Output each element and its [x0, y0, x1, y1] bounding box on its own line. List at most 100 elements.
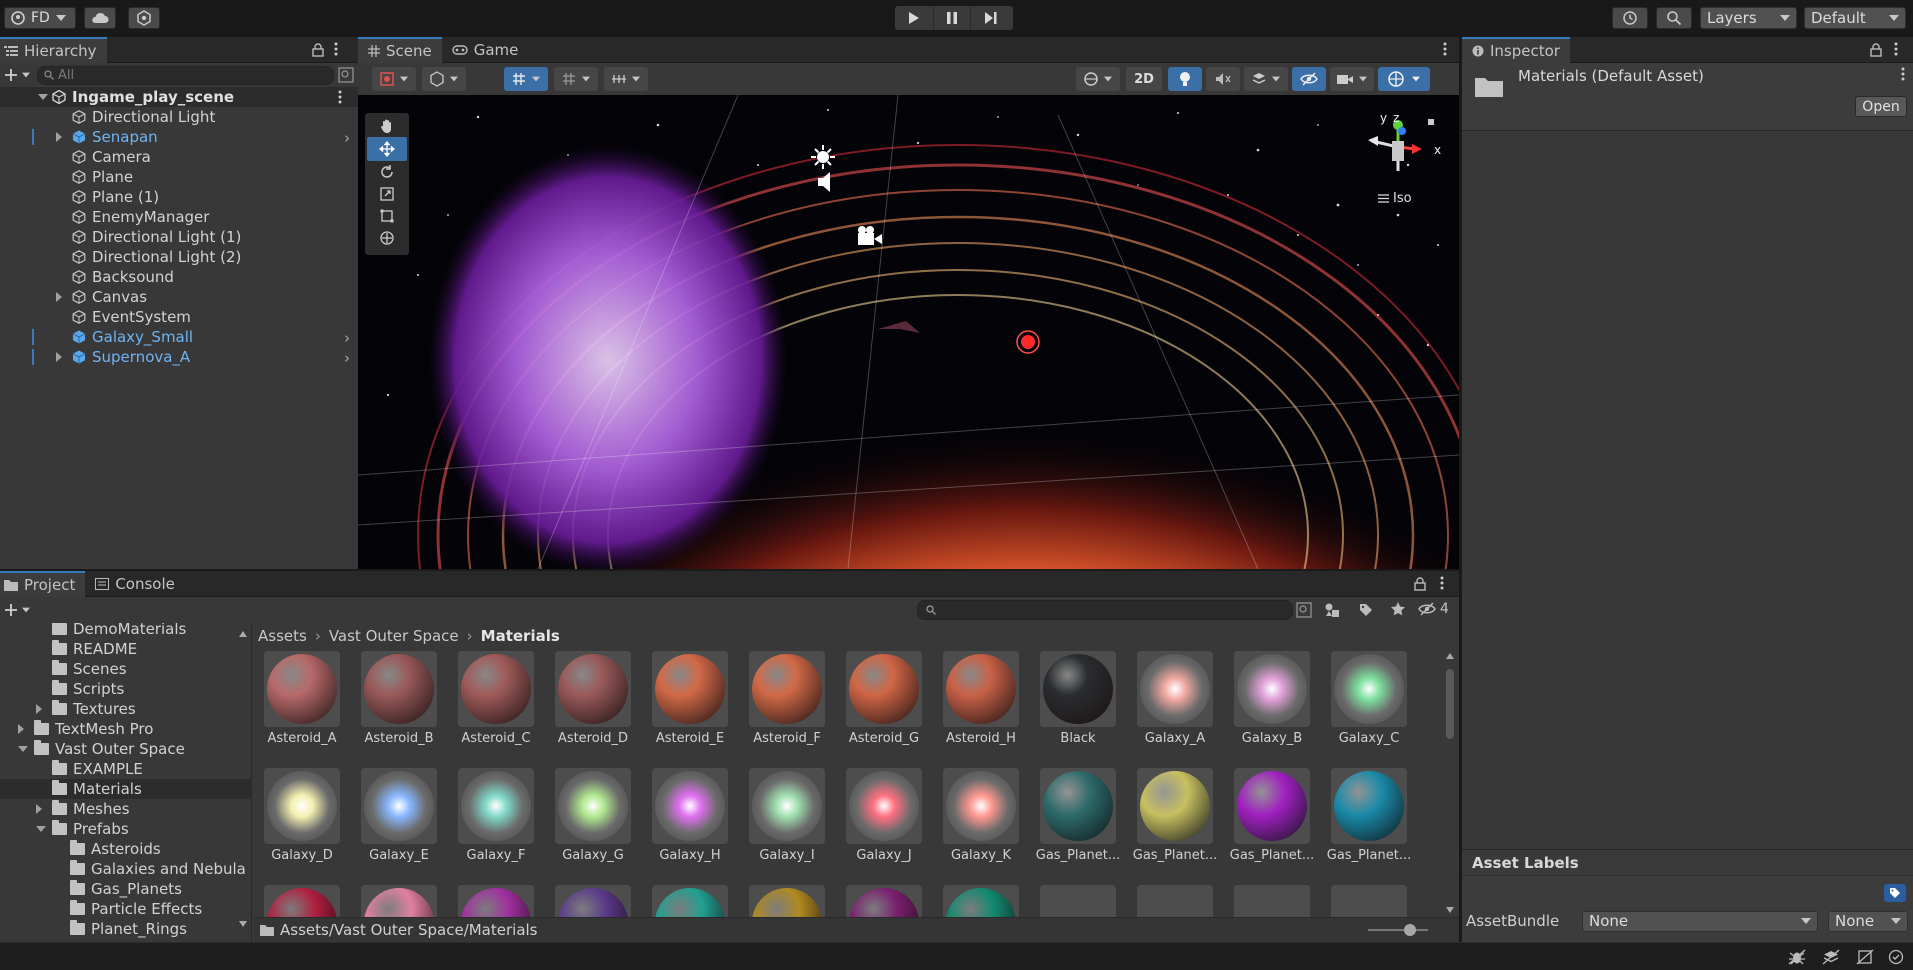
tab-scene[interactable]: Scene	[358, 36, 442, 63]
bug-icon[interactable]	[1788, 949, 1806, 965]
render-mode-dropdown[interactable]	[422, 67, 466, 91]
lock-icon[interactable]	[1414, 577, 1426, 591]
material-asset[interactable]: Asteroid_E	[642, 651, 738, 746]
audio-toggle[interactable]	[1206, 67, 1240, 91]
open-prefab-chevron-icon[interactable]: ›	[344, 129, 350, 147]
tab-game[interactable]: Game	[442, 37, 529, 63]
orientation-dropdown[interactable]	[1076, 67, 1120, 91]
filter-label-icon[interactable]	[1358, 602, 1374, 618]
material-asset[interactable]: Asteroid_G	[836, 651, 932, 746]
kebab-menu-icon[interactable]	[334, 42, 338, 56]
lock-icon[interactable]	[1870, 43, 1882, 57]
cloud-button[interactable]	[84, 7, 116, 29]
chevron-right-icon[interactable]	[56, 292, 62, 302]
asset-variant-dropdown[interactable]: None	[1828, 910, 1908, 932]
material-asset[interactable]: Asteroid_C	[448, 651, 544, 746]
layout-dropdown[interactable]: Default	[1804, 7, 1906, 29]
asset-bundle-dropdown[interactable]: None	[1582, 910, 1818, 932]
chevron-right-icon[interactable]	[36, 704, 42, 714]
hidden-packages-toggle[interactable]: 4	[1418, 601, 1449, 617]
play-button[interactable]	[895, 6, 933, 30]
material-asset[interactable]	[933, 885, 1029, 917]
chevron-right-icon[interactable]	[18, 724, 24, 734]
effects-dropdown[interactable]	[1244, 67, 1288, 91]
tab-inspector[interactable]: Inspector	[1462, 36, 1570, 63]
tab-hierarchy[interactable]: Hierarchy	[0, 36, 107, 63]
2d-toggle[interactable]: 2D	[1126, 67, 1162, 91]
scene-viewport[interactable]: y z x Iso	[358, 95, 1459, 569]
network-slash-icon[interactable]	[1856, 949, 1874, 965]
material-asset[interactable]: Galaxy_K	[933, 768, 1029, 863]
material-asset[interactable]	[545, 885, 641, 917]
scale-tool[interactable]	[367, 183, 407, 205]
create-button[interactable]	[4, 68, 31, 82]
material-asset[interactable]	[836, 885, 932, 917]
grid-scrollbar[interactable]	[1444, 653, 1456, 915]
star-icon[interactable]	[1390, 601, 1406, 617]
visibility-toggle[interactable]	[1292, 67, 1326, 91]
material-asset[interactable]	[351, 885, 447, 917]
folder-tree-item[interactable]: Scripts	[0, 679, 251, 699]
material-asset[interactable]	[1224, 885, 1320, 917]
material-asset[interactable]	[254, 885, 350, 917]
search-scope-icon[interactable]	[1296, 602, 1312, 618]
collab-button[interactable]	[128, 7, 160, 29]
folder-tree-item[interactable]: Gas_Planets	[0, 879, 251, 899]
hand-tool[interactable]	[367, 115, 407, 137]
material-asset[interactable]: Galaxy_I	[739, 768, 835, 863]
hierarchy-item[interactable]: EventSystem	[0, 307, 358, 327]
material-asset[interactable]: Black	[1030, 651, 1126, 746]
projection-toggle[interactable]: Iso	[1378, 191, 1412, 206]
material-asset[interactable]: Asteroid_A	[254, 651, 350, 746]
zoom-slider[interactable]	[1368, 924, 1428, 936]
material-asset[interactable]	[1030, 885, 1126, 917]
tab-console[interactable]: Console	[85, 571, 185, 597]
folder-tree-item[interactable]: Prefabs	[0, 819, 251, 839]
hierarchy-item[interactable]: EnemyManager	[0, 207, 358, 227]
create-asset-button[interactable]	[4, 603, 31, 617]
open-prefab-chevron-icon[interactable]: ›	[344, 349, 350, 367]
kebab-menu-icon[interactable]	[1901, 67, 1905, 81]
material-asset[interactable]	[739, 885, 835, 917]
history-button[interactable]	[1612, 7, 1648, 29]
folder-tree-item[interactable]: Particle Effects	[0, 899, 251, 919]
tab-project[interactable]: Project	[0, 570, 86, 597]
hierarchy-item[interactable]: Backsound	[0, 267, 358, 287]
material-asset[interactable]	[642, 885, 738, 917]
check-circle-icon[interactable]	[1888, 949, 1904, 965]
material-asset[interactable]: Galaxy_H	[642, 768, 738, 863]
hierarchy-item[interactable]: Plane	[0, 167, 358, 187]
folder-tree-item[interactable]: README	[0, 639, 251, 659]
label-tag-button[interactable]	[1884, 884, 1906, 902]
material-asset[interactable]: Galaxy_C	[1321, 651, 1417, 746]
increment-snap-dropdown[interactable]	[604, 67, 648, 91]
hierarchy-item[interactable]: Plane (1)	[0, 187, 358, 207]
orientation-gizmo[interactable]: y z x Iso	[1348, 107, 1448, 217]
folder-tree-item[interactable]: Asteroids	[0, 839, 251, 859]
draw-mode-dropdown[interactable]	[372, 67, 416, 91]
material-asset[interactable]: Galaxy_G	[545, 768, 641, 863]
chevron-down-icon[interactable]	[18, 746, 28, 752]
folder-tree-item[interactable]: Galaxies and Nebula	[0, 859, 251, 879]
open-prefab-chevron-icon[interactable]: ›	[344, 329, 350, 347]
folder-tree-item[interactable]: EXAMPLE	[0, 759, 251, 779]
material-asset[interactable]: Gas_Planet...	[1224, 768, 1320, 863]
material-asset[interactable]	[448, 885, 544, 917]
folder-tree-item[interactable]: Textures	[0, 699, 251, 719]
folder-tree-item[interactable]: DemoMaterials	[0, 623, 251, 639]
material-asset[interactable]	[1127, 885, 1223, 917]
breadcrumb-materials[interactable]: Materials	[481, 627, 560, 645]
material-asset[interactable]: Galaxy_F	[448, 768, 544, 863]
account-dropdown[interactable]: FD	[4, 7, 76, 29]
folder-tree-item[interactable]: Vast Outer Space	[0, 739, 251, 759]
hierarchy-item[interactable]: Senapan ›	[0, 127, 358, 147]
hierarchy-item[interactable]: Supernova_A ›	[0, 347, 358, 367]
tree-scrollbar[interactable]	[238, 631, 248, 931]
chevron-down-icon[interactable]	[36, 826, 46, 832]
kebab-menu-icon[interactable]	[1443, 42, 1447, 56]
chevron-right-icon[interactable]	[56, 132, 62, 142]
grid-toggle[interactable]	[504, 67, 548, 91]
hierarchy-search[interactable]: All	[37, 65, 334, 85]
kebab-menu-icon[interactable]	[1440, 576, 1444, 590]
zoom-slider-thumb[interactable]	[1404, 924, 1416, 936]
